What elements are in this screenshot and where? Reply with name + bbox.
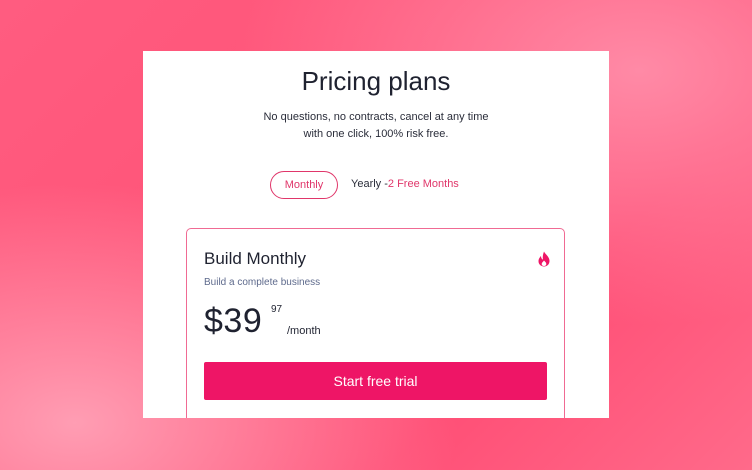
plan-description: Build a complete business [204,277,321,288]
plan-price-period: /month [287,325,321,337]
flame-icon [538,251,550,267]
yearly-promo-text: 2 Free Months [387,178,459,190]
subtitle-line-2: with one click, 100% risk free. [303,127,449,140]
plan-price: $39 [204,302,263,340]
plan-price-cents: 97 [271,304,283,315]
billing-toggle-monthly-label: Monthly [284,179,324,191]
page-subtitle: No questions, no contracts, cancel at an… [143,109,609,142]
pricing-panel: Pricing plans No questions, no contracts… [143,51,609,418]
plan-card: Build Monthly Build a complete business … [186,228,565,418]
subtitle-line-1: No questions, no contracts, cancel at an… [263,111,489,123]
start-free-trial-button[interactable]: Start free trial [204,362,547,400]
page-title: Pricing plans [301,66,451,96]
billing-toggle-monthly[interactable]: Monthly [270,171,338,199]
plan-name: Build Monthly [204,249,307,268]
billing-toggle-yearly-label: Yearly - [351,178,388,190]
billing-toggle-yearly[interactable]: Yearly -2 Free Months [351,178,459,190]
